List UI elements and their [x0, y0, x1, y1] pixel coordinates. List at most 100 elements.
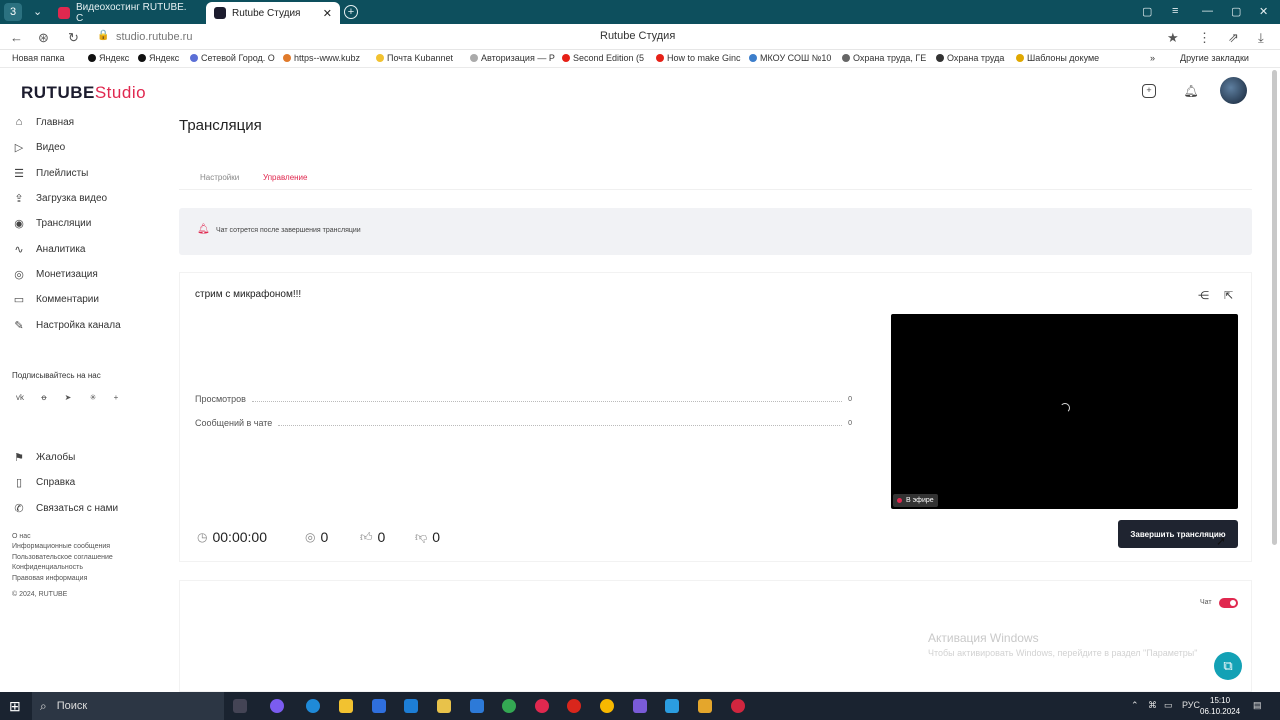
plus-icon[interactable]: + — [110, 393, 122, 402]
battery-icon[interactable]: ▭ — [1164, 700, 1173, 711]
tray-chevron-icon[interactable]: ⌃ — [1131, 700, 1139, 711]
sidebar-item-contact[interactable]: ✆ Связаться с нами — [12, 502, 118, 515]
bookmark-star-icon[interactable]: ★ — [1167, 30, 1179, 46]
footer-link-privacy[interactable]: Конфиденциальность — [12, 564, 83, 571]
footer-link-legal[interactable]: Правовая информация — [12, 575, 87, 582]
browser-tab-rutube[interactable]: Видеохостинг RUTUBE. С — [50, 2, 202, 24]
live-badge: В эфире — [893, 494, 938, 507]
tab-management[interactable]: Управление — [263, 173, 307, 182]
edge-icon[interactable] — [306, 699, 320, 713]
chat-toggle[interactable] — [1219, 598, 1238, 608]
back-icon[interactable]: ← — [10, 30, 23, 45]
bookmark-item[interactable]: Почта Kubannet — [376, 53, 453, 63]
sidebar-item-home[interactable]: ⌂ Главная — [12, 116, 74, 128]
rutube-studio-logo[interactable]: RUTUBEStudio — [21, 83, 146, 103]
page-scrollbar[interactable] — [1272, 70, 1277, 545]
app-icon[interactable] — [270, 699, 284, 713]
more-icon[interactable]: ⋮ — [1198, 30, 1211, 46]
maximize-icon[interactable]: ▢ — [1231, 5, 1241, 18]
media-icon[interactable] — [437, 699, 451, 713]
sidebar-item-help[interactable]: ▯ Справка — [12, 476, 75, 489]
sidebar-item-broadcasts[interactable]: ◉ Трансляции — [12, 217, 91, 230]
sidebar-item-analytics[interactable]: ∿ Аналитика — [12, 243, 85, 256]
bookmark-item[interactable]: Охрана труда — [936, 53, 1004, 63]
system-clock[interactable]: 15:10 06.10.2024 — [1200, 695, 1240, 717]
sidebar-item-complaints[interactable]: ⚑ Жалобы — [12, 451, 75, 464]
sidebar-item-video[interactable]: ▷ Видео — [12, 141, 65, 154]
bookmark-item[interactable]: Сетевой Город. О — [190, 53, 275, 63]
user-avatar[interactable] — [1220, 77, 1247, 104]
close-window-icon[interactable]: ✕ — [1259, 5, 1268, 18]
app3-icon[interactable] — [698, 699, 712, 713]
windows-start-icon[interactable]: ⊞ — [9, 698, 21, 715]
telegram-icon[interactable]: ➤ — [62, 393, 74, 402]
extensions-icon[interactable]: ⊛ — [38, 30, 49, 46]
open-external-icon[interactable]: ⇱ — [1224, 289, 1233, 302]
new-tab-button[interactable]: + — [344, 5, 358, 19]
contact-icon: ✆ — [14, 503, 24, 515]
other-bookmarks[interactable]: Другие закладки — [1180, 53, 1249, 63]
browser-menu-icon[interactable]: ≡ — [1172, 5, 1178, 17]
downloads-icon[interactable]: ⤓ — [1258, 30, 1264, 46]
bookmarks-icon[interactable]: ▢ — [1142, 5, 1152, 18]
video-player[interactable]: В эфире — [891, 314, 1238, 509]
bookmark-item[interactable]: МКОУ СОШ №10 — [749, 53, 831, 63]
calculator-icon[interactable] — [470, 699, 484, 713]
task-view-icon[interactable] — [233, 699, 247, 713]
bookmark-item[interactable]: Охрана труда, ГЕ — [842, 53, 926, 63]
notifications-bell-icon[interactable]: 🔔︎ — [1182, 82, 1200, 100]
page-tabs: Настройки Управление — [179, 162, 1252, 190]
bookmark-item[interactable]: https--www.kubz — [283, 53, 360, 63]
footer-link-about[interactable]: О нас — [12, 533, 31, 540]
notifications-center-icon[interactable]: ▤ — [1253, 700, 1262, 711]
yandex-icon[interactable] — [535, 699, 549, 713]
mail-icon[interactable] — [404, 699, 418, 713]
reload-icon[interactable]: ↻ — [68, 30, 79, 46]
yandex-browser-icon[interactable] — [600, 699, 614, 713]
browser-tabbar: 3 ⌄ Видеохостинг RUTUBE. С Rutube Студия… — [0, 0, 1280, 24]
bookmark-item[interactable]: Second Edition (5 — [562, 53, 644, 63]
more-bookmarks-button[interactable]: » — [1150, 53, 1155, 63]
channel-settings-icon: ✎ — [14, 320, 24, 332]
sidebar-item-monetization[interactable]: ◎ Монетизация — [12, 268, 98, 281]
dzen-icon[interactable]: ✳ — [87, 393, 99, 402]
vk-icon[interactable]: vk — [14, 393, 26, 402]
taskbar-search[interactable]: ⌕ Поиск — [32, 692, 224, 720]
browser-tab-studio[interactable]: Rutube Студия ✕ — [206, 2, 340, 24]
bookmark-item[interactable]: Яндекс — [88, 53, 129, 63]
tab-settings[interactable]: Настройки — [200, 173, 239, 182]
store-icon[interactable] — [372, 699, 386, 713]
url-field[interactable]: studio.rutube.ru — [116, 31, 192, 43]
close-tab-icon[interactable]: ✕ — [323, 7, 332, 20]
share-page-icon[interactable]: ⇗ — [1228, 30, 1239, 46]
footer-link-agreement[interactable]: Пользовательское соглашение — [12, 554, 113, 561]
sidebar-item-comments[interactable]: ▭ Комментарии — [12, 293, 99, 306]
obs-icon[interactable] — [731, 699, 745, 713]
bookmark-item[interactable]: How to make Ginc — [656, 53, 741, 63]
bookmark-item[interactable]: Новая папка — [12, 53, 64, 63]
browser-menu-button[interactable]: 3 — [4, 3, 22, 21]
network-icon[interactable]: ⌘ — [1148, 700, 1157, 711]
support-chat-button[interactable]: ⧉ — [1214, 652, 1242, 680]
bookmark-item[interactable]: Яндекс — [138, 53, 179, 63]
tab-label: Rutube Студия — [232, 7, 301, 19]
winrar-icon[interactable] — [633, 699, 647, 713]
ok-icon[interactable]: ꝋ — [38, 393, 50, 402]
bookmark-item[interactable]: Авторизация — Р — [470, 53, 555, 63]
app2-icon[interactable] — [665, 699, 679, 713]
tabs-dropdown-icon[interactable]: ⌄ — [33, 5, 42, 18]
chat-label: Чат — [1200, 599, 1212, 606]
footer-link-info[interactable]: Информационные сообщения — [12, 543, 110, 550]
sidebar-item-upload[interactable]: ⇪ Загрузка видео — [12, 192, 107, 205]
input-language[interactable]: РУС — [1182, 700, 1200, 710]
share-icon[interactable]: ⋲ — [1198, 289, 1209, 302]
chrome-icon[interactable] — [502, 699, 516, 713]
opera-icon[interactable] — [567, 699, 581, 713]
explorer-icon[interactable] — [339, 699, 353, 713]
sidebar-item-channel-settings[interactable]: ✎ Настройка канала — [12, 319, 120, 332]
mouse-cursor-icon: ➚ — [1216, 534, 1227, 548]
sidebar-item-playlists[interactable]: ☰ Плейлисты — [12, 167, 88, 180]
minimize-icon[interactable]: — — [1202, 5, 1213, 17]
bookmark-item[interactable]: Шаблоны докуме — [1016, 53, 1099, 63]
add-content-icon[interactable]: + — [1142, 84, 1156, 98]
